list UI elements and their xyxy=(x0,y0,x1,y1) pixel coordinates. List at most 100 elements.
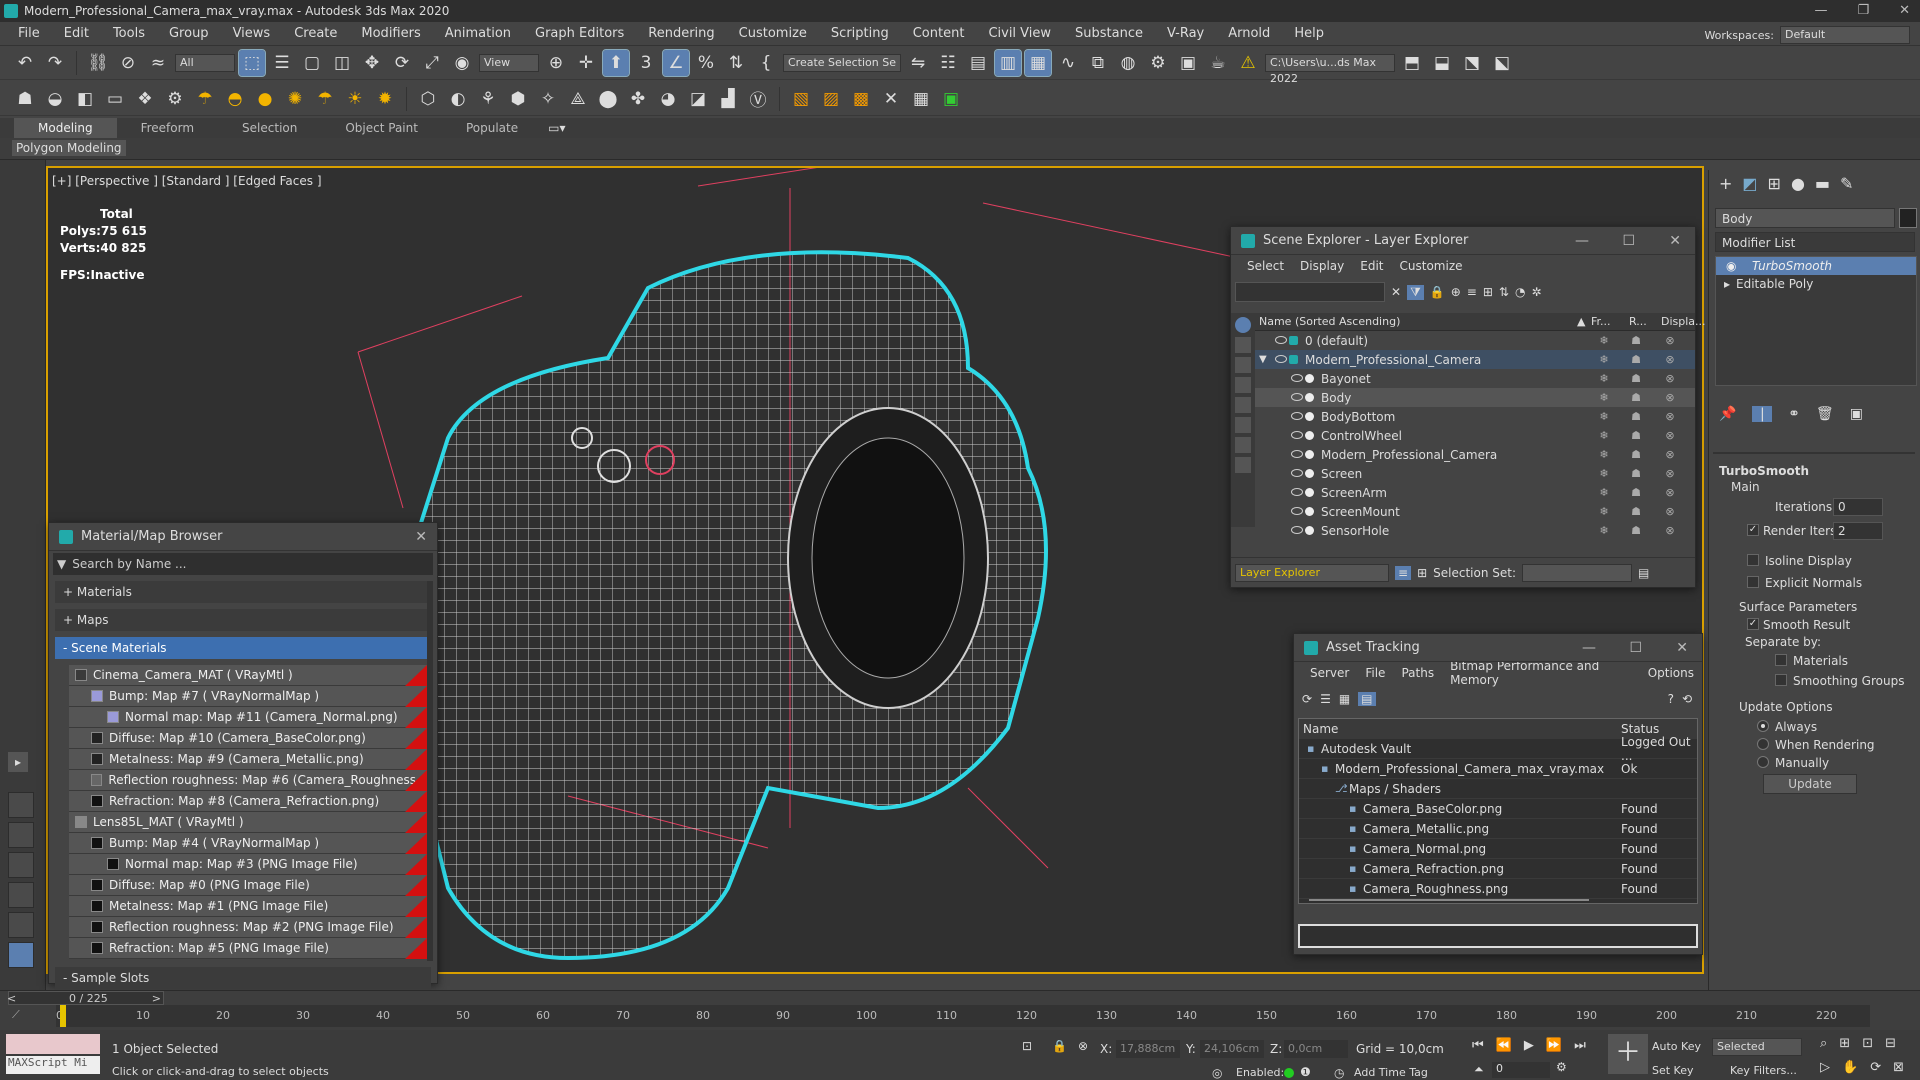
previous-frame-icon[interactable]: ⏪ xyxy=(1496,1038,1512,1053)
asset-tracking-title-bar[interactable]: Asset Tracking — ☐ ✕ xyxy=(1294,634,1702,662)
materials-checkbox[interactable] xyxy=(1775,654,1787,666)
at-row[interactable]: ▪ Camera_BaseColor.png Found xyxy=(1299,799,1697,819)
export-fbx-icon[interactable]: ▧ xyxy=(788,86,814,112)
next-frame-icon[interactable]: > xyxy=(152,992,161,1005)
link-icon[interactable]: ⛓ xyxy=(85,50,111,76)
configure-modifier-sets-icon[interactable]: ▣ xyxy=(1850,406,1863,422)
select-by-name-icon[interactable]: ☰ xyxy=(269,50,295,76)
at-row[interactable]: ▪ Camera_Normal.png Found xyxy=(1299,839,1697,859)
visibility-eye-icon[interactable] xyxy=(1275,355,1287,363)
edit-named-selection-icon[interactable]: { xyxy=(753,50,779,76)
y-coordinate-field[interactable]: 24,106cm xyxy=(1200,1040,1264,1058)
tab-freeform[interactable]: Freeform xyxy=(117,118,218,138)
keyboard-shortcut-override-icon[interactable]: ⬆ xyxy=(602,48,630,77)
unlink-icon[interactable]: ⊘ xyxy=(115,50,141,76)
settings-icon[interactable]: ✲ xyxy=(1531,285,1541,299)
visibility-eye-icon[interactable] xyxy=(1291,450,1303,458)
next-key-icon[interactable]: ⏩ xyxy=(1546,1038,1562,1053)
se-row[interactable]: ▼ Modern_Professional_Camera ❄ ☗ ⊗ xyxy=(1255,350,1695,369)
expand-icon[interactable]: ▸ xyxy=(8,752,28,772)
layout-2-icon[interactable] xyxy=(8,822,34,848)
update-always-radio[interactable] xyxy=(1757,720,1769,732)
display-icon[interactable]: ⊗ xyxy=(1663,486,1677,499)
renderable-icon[interactable]: ☗ xyxy=(1629,372,1643,385)
menu-modifiers[interactable]: Modifiers xyxy=(349,26,432,41)
material-row[interactable]: Diffuse: Map #10 (Camera_BaseColor.png) xyxy=(69,728,427,749)
enabled-indicator[interactable] xyxy=(1284,1068,1294,1078)
undo-icon[interactable]: ↶ xyxy=(12,50,38,76)
update-button[interactable]: Update xyxy=(1763,774,1857,794)
renderable-icon[interactable]: ☗ xyxy=(1629,467,1643,480)
snaps-toggle-icon[interactable]: 3 xyxy=(633,50,659,76)
angle-snap-icon[interactable]: ∠ xyxy=(662,48,690,77)
lock-icon[interactable]: 🔒 xyxy=(1430,285,1445,299)
display-icon[interactable]: ⊗ xyxy=(1663,372,1677,385)
camera-view-icon[interactable] xyxy=(1235,377,1251,393)
absolute-mode-icon[interactable]: ⊗ xyxy=(1078,1039,1088,1053)
material-row[interactable]: Bump: Map #7 ( VRayNormalMap ) xyxy=(69,686,427,707)
freeze-icon[interactable]: ❄ xyxy=(1597,410,1611,423)
renderable-icon[interactable]: ☗ xyxy=(1629,334,1643,347)
se-row[interactable]: BodyBottom ❄ ☗ ⊗ xyxy=(1255,407,1695,426)
material-row[interactable]: Reflection roughness: Map #2 (PNG Image … xyxy=(69,917,427,938)
maps-section[interactable]: + Maps xyxy=(55,609,431,631)
hierarchy-mode-icon[interactable]: ⊞ xyxy=(1417,566,1427,580)
freeze-icon[interactable]: ❄ xyxy=(1597,353,1611,366)
freeze-icon[interactable]: ❄ xyxy=(1597,505,1611,518)
explorer-type-dropdown[interactable]: Layer Explorer xyxy=(1235,563,1389,582)
at-menu-paths[interactable]: Paths xyxy=(1393,666,1442,680)
geosphere-icon[interactable]: ◒ xyxy=(42,86,68,112)
display-icon[interactable]: ⊗ xyxy=(1663,334,1677,347)
at-menu-server[interactable]: Server xyxy=(1302,666,1357,680)
tab-modeling[interactable]: Modeling xyxy=(14,118,117,138)
add-layer-icon[interactable]: ⊕ xyxy=(1451,285,1461,299)
material-row[interactable]: Reflection roughness: Map #6 (Camera_Rou… xyxy=(69,770,427,791)
select-manipulate-icon[interactable]: ✛ xyxy=(573,50,599,76)
highlight-icon[interactable]: ◔ xyxy=(1515,285,1525,299)
material-browser-title-bar[interactable]: Material/Map Browser ✕ xyxy=(49,523,437,551)
restore-icon[interactable]: ❐ xyxy=(1857,3,1869,18)
move-icon[interactable]: ✥ xyxy=(359,50,385,76)
cloner-icon[interactable]: ❖ xyxy=(132,86,158,112)
material-row[interactable]: Diffuse: Map #0 (PNG Image File) xyxy=(69,875,427,896)
plane-icon[interactable]: ▭ xyxy=(102,86,128,112)
col-display-header[interactable]: Displa... xyxy=(1661,315,1706,328)
display-icon[interactable]: ⊗ xyxy=(1663,524,1677,537)
visibility-eye-icon[interactable] xyxy=(1291,412,1303,420)
material-search-input[interactable]: Search by Name ... xyxy=(72,557,186,571)
col-render-header[interactable]: R... xyxy=(1629,315,1647,328)
align-icon[interactable]: ☷ xyxy=(935,50,961,76)
horizontal-scrollbar[interactable] xyxy=(1309,899,1589,901)
vray-clipper-icon[interactable]: ✧ xyxy=(535,86,561,112)
teapot-icon[interactable]: ☗ xyxy=(12,86,38,112)
freeze-icon[interactable]: ❄ xyxy=(1597,429,1611,442)
visibility-eye-icon[interactable] xyxy=(1291,469,1303,477)
se-row[interactable]: Screen ❄ ☗ ⊗ xyxy=(1255,464,1695,483)
at-menu-options[interactable]: Options xyxy=(1640,666,1702,680)
project-path-dropdown[interactable]: C:\Users\u...ds Max 2022 xyxy=(1265,53,1395,85)
light-view-icon[interactable] xyxy=(1235,357,1251,373)
modifier-visibility-icon[interactable]: ◉ xyxy=(1726,257,1736,275)
freeze-icon[interactable]: ❄ xyxy=(1597,391,1611,404)
renderable-icon[interactable]: ☗ xyxy=(1629,486,1643,499)
explicit-normals-checkbox[interactable] xyxy=(1747,576,1759,588)
display-tab-icon[interactable]: ▬ xyxy=(1815,174,1830,193)
at-row[interactable]: ▪ Camera_Roughness.png Found xyxy=(1299,879,1697,899)
at-menu-file[interactable]: File xyxy=(1357,666,1393,680)
layout-1-icon[interactable] xyxy=(8,792,34,818)
zoom-icon[interactable]: ⌕ xyxy=(1820,1036,1827,1051)
menu-civil-view[interactable]: Civil View xyxy=(976,26,1063,41)
warning-icon[interactable]: ⚠ xyxy=(1235,50,1261,76)
expand-arrow-icon[interactable]: ▸ xyxy=(1724,275,1730,293)
project-close-icon[interactable]: ⬕ xyxy=(1489,50,1515,76)
material-row[interactable]: Lens85L_MAT ( VRayMtl ) xyxy=(69,812,427,833)
at-row[interactable]: ⎇ Maps / Shaders xyxy=(1299,779,1697,799)
freeze-icon[interactable]: ❄ xyxy=(1597,486,1611,499)
workspaces-dropdown[interactable]: Default xyxy=(1780,26,1910,44)
menu-graph-editors[interactable]: Graph Editors xyxy=(523,26,636,41)
menu-group[interactable]: Group xyxy=(157,26,221,41)
close-icon[interactable]: ✕ xyxy=(1899,3,1910,18)
display-icon[interactable]: ⊗ xyxy=(1663,467,1677,480)
green-frame-icon[interactable]: ▣ xyxy=(938,86,964,112)
menu-tools[interactable]: Tools xyxy=(101,26,157,41)
